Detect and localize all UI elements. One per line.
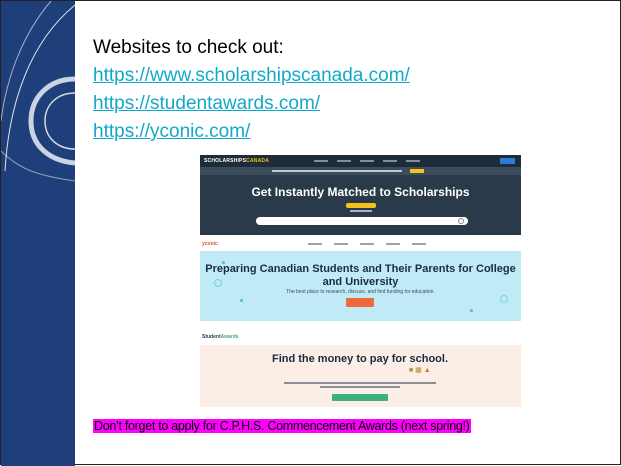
search-icon [458,218,464,224]
sa-cta-button [332,394,388,401]
sa-subtext-line [284,382,436,384]
slide: Websites to check out: https://www.schol… [0,0,621,466]
link-studentawards[interactable]: https://studentawards.com/ [93,93,320,115]
sc-subtext [350,210,372,212]
sa-hero-title: Find the money to pay for school. [271,353,448,365]
sa-logo: StudentAwards [202,334,239,340]
scholarshipscanada-screenshot: SCHOLARSHIPSCANADA Get Instantly Matched… [200,155,521,235]
yc-navbar: yconic [200,239,521,249]
decorative-arcs [1,1,75,182]
yconic-screenshot: yconic Preparing Canadian Students and T… [200,239,521,321]
yc-logo: yconic [202,241,218,247]
sc-search-bar [256,217,468,225]
sa-subtext-line [320,386,400,388]
slide-heading: Websites to check out: [93,37,284,58]
yc-hero-title: Preparing Canadian Students and Their Pa… [205,263,516,288]
yc-nav-links [307,243,426,245]
sc-nav-links [314,160,421,162]
link-scholarshipscanada[interactable]: https://www.scholarshipscanada.com/ [93,65,410,87]
studentawards-screenshot: StudentAwards Find the money to pay for … [200,333,521,407]
sc-logo: SCHOLARSHIPSCANADA [204,158,270,164]
yc-hero-subtitle: The best place to research, discuss, and… [286,289,435,295]
link-yconic[interactable]: https://yconic.com/ [93,121,250,143]
sa-hero: Find the money to pay for school. ■ ▦ ▲ [200,345,521,407]
sc-signup-button [500,158,515,164]
decorative-sidebar [1,1,75,466]
sc-hero-title: Get Instantly Matched to Scholarships [251,185,470,199]
reminder-note: Don’t forget to apply for C.P.H.S. Comme… [93,419,471,433]
sc-cta-button [346,203,376,208]
sc-navbar: SCHOLARSHIPSCANADA [200,155,521,167]
money-graduation-icons: ■ ▦ ▲ [409,367,431,374]
yc-signup-button [346,298,374,307]
yc-hero: Preparing Canadian Students and Their Pa… [200,251,521,321]
sc-banner [200,167,521,175]
